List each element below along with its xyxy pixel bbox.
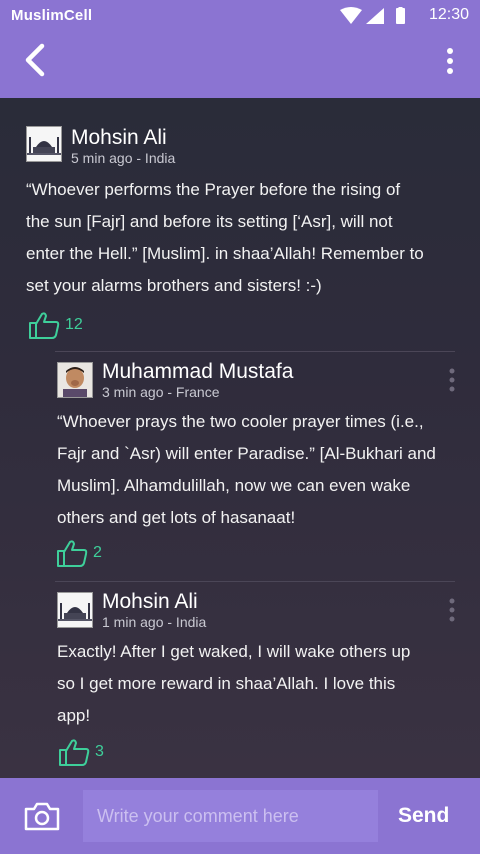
send-button[interactable]: Send: [398, 804, 449, 828]
reply-text-line: “Whoever prays the two cooler prayer tim…: [57, 412, 424, 431]
like-count: 3: [95, 743, 104, 760]
reply-meta: 1 min ago - India: [102, 614, 207, 630]
like-count: 2: [93, 544, 102, 561]
reply-menu-button[interactable]: [446, 596, 458, 624]
reply-text-line: Fajr and `Asr) will enter Paradise.” [Al…: [57, 444, 436, 463]
post-meta: 5 min ago - India: [71, 150, 176, 166]
reply-text: “Whoever prays the two cooler prayer tim…: [57, 406, 467, 534]
chevron-left-icon: [25, 43, 45, 77]
like-button[interactable]: 2: [56, 539, 102, 567]
cellular-signal-icon: [366, 8, 384, 24]
battery-icon: [396, 8, 405, 24]
thumbs-up-icon: [59, 739, 90, 766]
post-text-line: the sun [Fajr] and before its setting [‘…: [26, 212, 393, 231]
reply-text-line: Muslim]. Alhamdulillah, now we can even …: [57, 476, 411, 495]
post-text-line: “Whoever performs the Prayer before the …: [26, 180, 401, 199]
post-text-line: set your alarms brothers and sisters! :-…: [26, 276, 322, 295]
user-avatar[interactable]: [57, 362, 93, 398]
main-post: Mohsin Ali 5 min ago - India “Whoever pe…: [0, 98, 480, 348]
reply-text-line: others and get lots of hasanaat!: [57, 508, 296, 527]
reply-text-line: so I get more reward in shaa’Allah. I lo…: [57, 674, 396, 693]
like-button[interactable]: 12: [28, 311, 83, 339]
mosque-icon: [27, 127, 61, 161]
thumbs-up-icon: [57, 540, 88, 567]
comment-thread: Mohsin Ali 5 min ago - India “Whoever pe…: [0, 98, 480, 778]
comment-composer: Send: [0, 778, 480, 854]
reply-item: Mohsin Ali 1 min ago - India Exactly! Af…: [0, 582, 480, 778]
status-app-name: MuslimCell: [11, 7, 93, 24]
post-author[interactable]: Mohsin Ali: [71, 126, 167, 150]
reply-item: Muhammad Mustafa 3 min ago - France “Who…: [0, 352, 480, 580]
mosque-icon: [58, 593, 92, 627]
person-photo-icon: [58, 363, 92, 397]
camera-icon: [24, 802, 60, 831]
system-status-icons: [340, 7, 405, 24]
reply-text: Exactly! After I get waked, I will wake …: [57, 636, 467, 732]
reply-meta: 3 min ago - France: [102, 384, 220, 400]
status-bar: MuslimCell 12:30: [0, 0, 480, 32]
reply-author[interactable]: Muhammad Mustafa: [102, 360, 293, 384]
back-button[interactable]: [20, 42, 56, 78]
more-vertical-icon: [449, 368, 455, 392]
reply-text-line: app!: [57, 706, 91, 725]
wifi-icon: [340, 7, 362, 24]
status-time: 12:30: [428, 6, 469, 23]
post-text: “Whoever performs the Prayer before the …: [26, 174, 466, 302]
overflow-menu-button[interactable]: [438, 44, 462, 80]
app-bar: [0, 32, 480, 98]
mosque-avatar[interactable]: [26, 126, 62, 162]
thumbs-up-icon: [29, 312, 60, 339]
comment-input[interactable]: [83, 790, 378, 842]
like-count: 12: [65, 316, 83, 333]
reply-menu-button[interactable]: [446, 366, 458, 394]
like-button[interactable]: 3: [58, 738, 104, 766]
post-text-line: enter the Hell.” [Muslim]. in shaa’Allah…: [26, 244, 424, 263]
more-vertical-icon: [447, 48, 453, 74]
camera-button[interactable]: [24, 801, 60, 831]
more-vertical-icon: [449, 598, 455, 622]
mosque-avatar[interactable]: [57, 592, 93, 628]
reply-author[interactable]: Mohsin Ali: [102, 590, 198, 614]
reply-text-line: Exactly! After I get waked, I will wake …: [57, 642, 411, 661]
